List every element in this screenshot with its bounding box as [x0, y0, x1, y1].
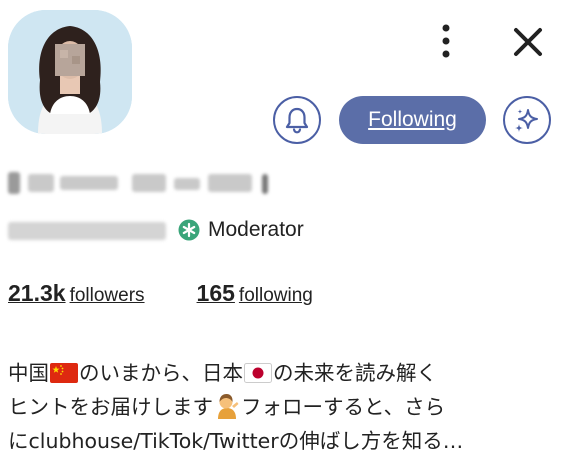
- bell-icon: [285, 107, 309, 134]
- followers-link[interactable]: 21.3k followers: [8, 280, 145, 307]
- sparkle-button[interactable]: [503, 96, 551, 144]
- moderator-badge: Moderator: [178, 218, 304, 242]
- notification-bell-button[interactable]: [273, 96, 321, 144]
- bio-text: のいまから、日本: [79, 361, 243, 385]
- following-count: 165: [196, 280, 235, 306]
- more-options-button[interactable]: [432, 22, 460, 60]
- tipping-hand-emoji-icon: [218, 394, 239, 419]
- close-icon: [514, 28, 542, 56]
- bio-line-1: 中国 のいまから、日本 の未来を読み解く: [8, 356, 558, 390]
- followers-count: 21.3k: [8, 280, 66, 306]
- profile-bio: 中国 のいまから、日本 の未来を読み解く ヒントをお届けします フォローすると、…: [8, 356, 558, 458]
- china-flag-icon: [50, 363, 78, 383]
- close-button[interactable]: [508, 22, 548, 62]
- moderator-star-icon: [178, 219, 200, 241]
- bio-text: 中国: [8, 361, 49, 385]
- moderator-label: Moderator: [208, 218, 304, 241]
- following-button[interactable]: Following: [339, 96, 486, 144]
- profile-stats: 21.3k followers 165 following: [8, 280, 313, 307]
- bio-text: の未来を読み解く: [273, 361, 437, 385]
- japan-flag-icon: [244, 363, 272, 383]
- avatar[interactable]: [8, 10, 132, 134]
- bio-line-3: にclubhouse/TikTok/Twitterの伸ばし方を知る…: [8, 429, 464, 453]
- bio-line-2: ヒントをお届けします フォローすると、さら: [8, 390, 558, 424]
- bio-text: ヒントをお届けします: [8, 395, 213, 419]
- following-label: following: [238, 285, 313, 306]
- display-name-redacted: [8, 168, 278, 198]
- sparkle-icon: [515, 109, 538, 132]
- more-vertical-icon: [442, 24, 450, 58]
- avatar-image: [8, 10, 132, 134]
- following-link[interactable]: 165 following: [197, 280, 313, 307]
- bio-text: フォローすると、さら: [241, 395, 446, 419]
- followers-label: followers: [69, 285, 145, 306]
- username-redacted: [8, 214, 178, 246]
